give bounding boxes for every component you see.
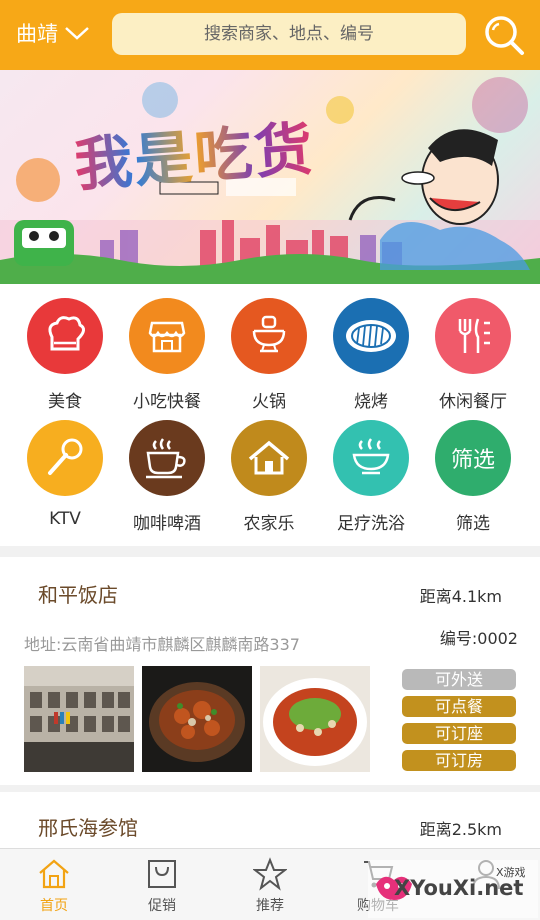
category-snack[interactable]: 小吃快餐: [117, 298, 217, 412]
grill-icon: [333, 298, 409, 374]
nav-home[interactable]: 首页: [0, 849, 108, 920]
category-label: 农家乐: [243, 514, 295, 534]
category-grid: 美食 小吃快餐 火锅 烧烤 休闲餐厅 KTV 咖啡啤酒 农家乐 足疗洗浴 筛选 …: [0, 284, 540, 546]
category-casual[interactable]: 休闲餐厅: [423, 298, 523, 412]
shop-card[interactable]: 邢氏海参馆 距离2.5km: [0, 792, 540, 848]
search-input[interactable]: 搜索商家、地点、编号: [112, 13, 466, 55]
category-label: 火锅: [252, 392, 286, 412]
category-hotpot[interactable]: 火锅: [219, 298, 319, 412]
coffee-cup-icon: [129, 420, 205, 496]
city-label: 曲靖: [16, 22, 58, 46]
shop-address: 地址:云南省曲靖市麒麟区麒麟南路337: [24, 635, 300, 654]
category-label: 足疗洗浴: [337, 514, 405, 534]
nav-promo[interactable]: 促销: [108, 849, 216, 920]
banner-title: 我是吃货: [71, 102, 316, 203]
house-icon: [231, 420, 307, 496]
tag-reserve-seat[interactable]: 可订座: [402, 723, 516, 744]
search-icon[interactable]: [482, 13, 526, 57]
filter-text: 筛选: [450, 448, 495, 473]
shop-number: 编号:0002: [439, 629, 518, 648]
nav-label: 促销: [148, 898, 176, 914]
cutlery-icon: [435, 298, 511, 374]
nav-recommend[interactable]: 推荐: [216, 849, 324, 920]
shop-photo-building[interactable]: [24, 666, 134, 772]
category-ktv[interactable]: KTV: [15, 420, 115, 529]
city-selector[interactable]: 曲靖: [16, 18, 90, 48]
shop-icon: [129, 298, 205, 374]
category-food[interactable]: 美食: [15, 298, 115, 412]
category-filter[interactable]: 筛选 筛选: [423, 420, 523, 534]
category-label: 美食: [48, 392, 82, 412]
microphone-icon: [27, 420, 103, 496]
search-placeholder: 搜索商家、地点、编号: [204, 24, 374, 44]
chevron-down-icon: [65, 27, 89, 40]
top-header: 曲靖 搜索商家、地点、编号: [0, 0, 540, 70]
tag-delivery[interactable]: 可外送: [402, 669, 516, 690]
shop-photo-dish-1[interactable]: [142, 666, 252, 772]
basin-icon: [333, 420, 409, 496]
category-label: KTV: [49, 509, 81, 529]
filter-circle: 筛选: [435, 420, 511, 496]
promo-banner[interactable]: 我是吃货: [0, 70, 540, 284]
bag-icon: [148, 860, 176, 888]
shop-name[interactable]: 邢氏海参馆: [38, 812, 138, 841]
watermark-text: XYouXi.net: [394, 876, 524, 900]
category-label: 烧烤: [354, 392, 388, 412]
shop-photo-dish-2[interactable]: [260, 666, 370, 772]
tag-reserve-room[interactable]: 可订房: [402, 750, 516, 771]
category-label: 休闲餐厅: [439, 392, 507, 412]
category-farmhouse[interactable]: 农家乐: [219, 420, 319, 534]
category-label: 咖啡啤酒: [133, 514, 201, 534]
category-label: 筛选: [456, 514, 490, 534]
category-label: 小吃快餐: [133, 392, 201, 412]
hotpot-icon: [231, 298, 307, 374]
shop-name[interactable]: 和平饭店: [38, 579, 118, 608]
home-icon: [39, 859, 69, 889]
category-coffee[interactable]: 咖啡啤酒: [117, 420, 217, 534]
category-bbq[interactable]: 烧烤: [321, 298, 421, 412]
shop-distance: 距离4.1km: [419, 587, 502, 606]
shop-distance: 距离2.5km: [419, 820, 502, 839]
nav-label: 推荐: [256, 898, 284, 914]
chef-hat-icon: [27, 298, 103, 374]
nav-label: 首页: [40, 898, 68, 914]
category-spa[interactable]: 足疗洗浴: [321, 420, 421, 534]
star-icon: [252, 857, 288, 891]
tag-order[interactable]: 可点餐: [402, 696, 516, 717]
